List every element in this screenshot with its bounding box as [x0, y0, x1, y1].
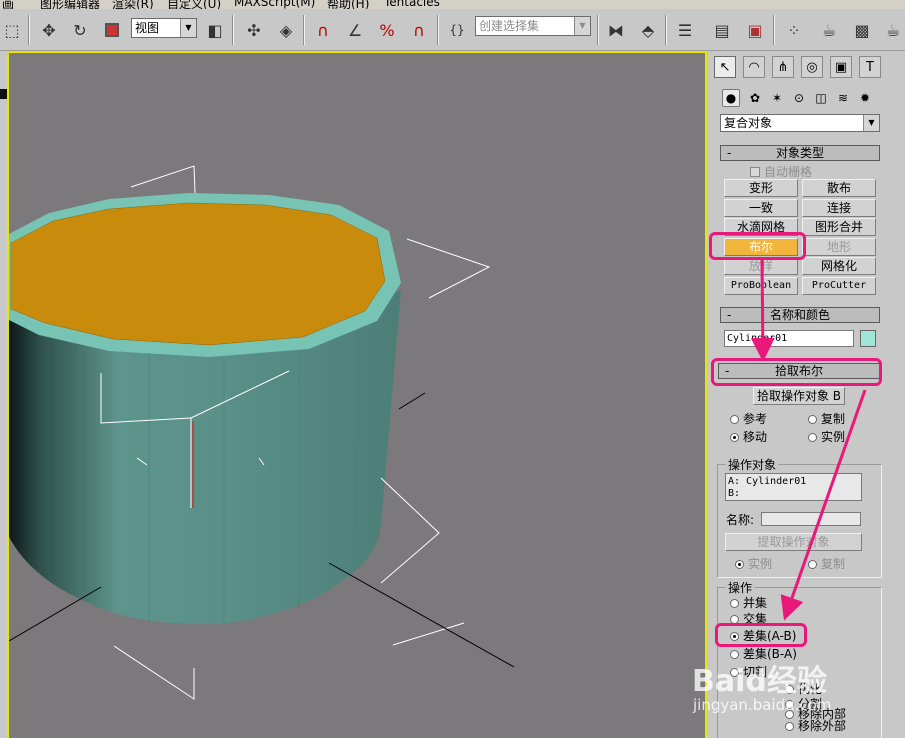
scene-3d: [9, 165, 515, 700]
menu-item-customize[interactable]: 自定义(U): [167, 0, 221, 9]
rotate-icon[interactable]: ↻: [68, 18, 92, 42]
render-icon[interactable]: ▩: [850, 18, 874, 42]
layers-icon[interactable]: ☰: [673, 18, 697, 42]
named-selection-icon[interactable]: {}: [445, 18, 469, 42]
align-icon[interactable]: ⬘: [636, 18, 660, 42]
toolbar-separator: [665, 15, 667, 45]
mirror-icon[interactable]: ⧓: [604, 18, 628, 42]
connect-button[interactable]: 连接: [802, 199, 876, 217]
watermark-url: jingyan.baidu.com: [693, 696, 832, 714]
move-icon[interactable]: ✥: [37, 18, 61, 42]
view-combo[interactable]: 视图 ▼: [131, 18, 197, 38]
create-tab-icon[interactable]: ↖: [714, 56, 736, 78]
cameras-icon[interactable]: ⊙: [790, 89, 808, 107]
geometry-icon[interactable]: ●: [722, 89, 740, 107]
spinner-snap-icon[interactable]: ∩: [407, 18, 431, 42]
conform-button[interactable]: 一致: [724, 199, 798, 217]
menu-item-graph-editors[interactable]: 图形编辑器: [40, 0, 100, 9]
toolbar-separator: [773, 15, 775, 45]
pivot-icon[interactable]: ◧: [203, 18, 227, 42]
left-strip: [0, 51, 7, 738]
keyboard-shortcut-icon[interactable]: ◈: [274, 18, 298, 42]
systems-icon[interactable]: ✹: [856, 89, 874, 107]
motion-tab-icon[interactable]: ◎: [801, 56, 823, 78]
menu-item-tentacles[interactable]: Tentacles: [384, 0, 440, 9]
select-object-icon[interactable]: ⬚: [0, 18, 24, 42]
shapes-icon[interactable]: ✿: [746, 89, 764, 107]
lights-icon[interactable]: ✶: [768, 89, 786, 107]
morph-button[interactable]: 变形: [724, 179, 798, 197]
toolbar-separator: [232, 15, 234, 45]
scale-icon[interactable]: [100, 18, 124, 42]
autogrid-checkbox[interactable]: 自动栅格: [750, 163, 812, 180]
angle-snap-icon[interactable]: ∠: [343, 18, 367, 42]
toolbar-separator: [597, 15, 599, 45]
annotation-arrows: [750, 259, 867, 621]
modify-tab-icon[interactable]: ◠: [743, 56, 765, 78]
toolbar-separator: [437, 15, 439, 45]
render-setup-icon[interactable]: ☕: [817, 18, 841, 42]
category-combo[interactable]: 复合对象 ▼: [720, 114, 880, 132]
display-tab-icon[interactable]: ▣: [830, 56, 852, 78]
scatter-button[interactable]: 散布: [802, 179, 876, 197]
main-toolbar: ⬚ ✥ ↻ 视图 ▼ ◧ ✣ ◈ ∩ ∠ % ∩ {} 创建选择集 ▼ ⧓ ⬘ ☰ …: [0, 9, 905, 51]
percent-snap-icon[interactable]: %: [375, 18, 399, 42]
selection-set-combo[interactable]: 创建选择集 ▼: [475, 16, 591, 36]
helpers-icon[interactable]: ◫: [812, 89, 830, 107]
select-manipulate-icon[interactable]: ✣: [242, 18, 266, 42]
menu-item-maxscript[interactable]: MAXScript(M): [234, 0, 315, 9]
toolbar-separator: [303, 15, 305, 45]
curve-editor-icon[interactable]: ▤: [710, 18, 734, 42]
object-type-rollout-header[interactable]: - 对象类型: [720, 145, 880, 161]
space-warps-icon[interactable]: ≋: [834, 89, 852, 107]
quick-render-icon[interactable]: ☕: [881, 18, 905, 42]
toolbar-separator: [28, 15, 30, 45]
cylinder-top: [10, 202, 386, 346]
menu-bar: 画 图形编辑器 渲染(R) 自定义(U) MAXScript(M) 帮助(H) …: [0, 0, 905, 9]
menu-item-draw[interactable]: 画: [2, 0, 14, 9]
menu-item-help[interactable]: 帮助(H): [327, 0, 369, 9]
hierarchy-tab-icon[interactable]: ⋔: [772, 56, 794, 78]
radio-cut-remove-outside[interactable]: 移除外部: [785, 719, 846, 733]
viewport-perspective[interactable]: [7, 51, 707, 738]
menu-item-rendering[interactable]: 渲染(R): [112, 0, 154, 9]
snap-icon[interactable]: ∩: [311, 18, 335, 42]
shapemerge-button[interactable]: 图形合并: [802, 218, 876, 236]
watermark-logo: Baid经验: [692, 664, 827, 699]
material-editor-icon[interactable]: ⁘: [782, 18, 806, 42]
schematic-view-icon[interactable]: ▣: [743, 18, 767, 42]
utilities-tab-icon[interactable]: T: [859, 56, 881, 78]
